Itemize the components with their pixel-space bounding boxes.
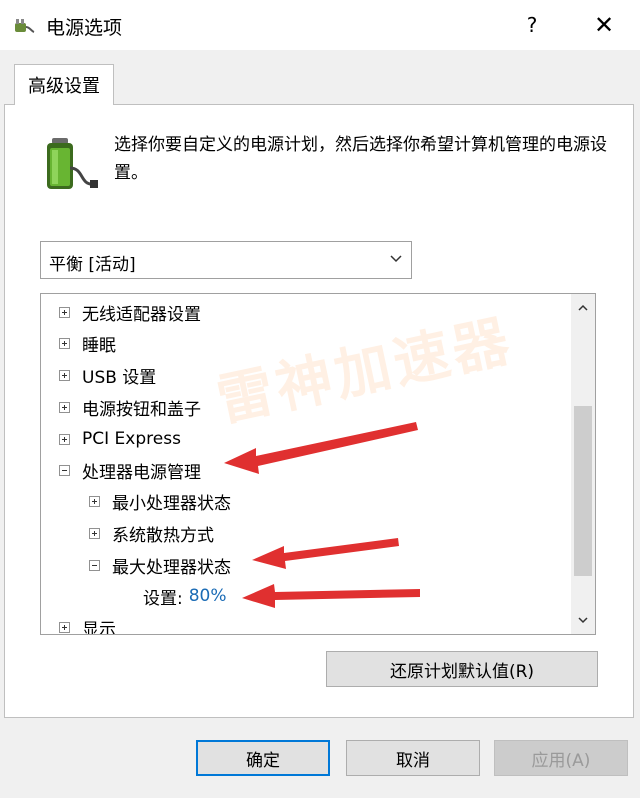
- tree-item-wireless-adapter[interactable]: 无线适配器设置: [59, 297, 201, 327]
- tree-item-label: 处理器电源管理: [82, 462, 201, 483]
- tree-item-min-processor-state[interactable]: 最小处理器状态: [89, 486, 231, 516]
- description-text: 选择你要自定义的电源计划，然后选择你希望计算机管理的电源设置。: [114, 135, 607, 183]
- expand-plus-icon[interactable]: [89, 527, 100, 539]
- tree-item-label: 最小处理器状态: [112, 493, 231, 514]
- power-plug-icon: [15, 19, 35, 33]
- expand-plus-icon[interactable]: [59, 306, 70, 318]
- setting-label: 设置:: [143, 588, 183, 609]
- tree-item-label: 电源按钮和盖子: [82, 399, 201, 420]
- setting-value-link[interactable]: 80%: [189, 586, 227, 606]
- tree-item-max-processor-state[interactable]: 最大处理器状态: [89, 550, 231, 580]
- expand-plus-icon[interactable]: [59, 433, 70, 445]
- cancel-button[interactable]: 取消: [346, 740, 480, 776]
- help-button[interactable]: ?: [508, 6, 556, 44]
- tree-item-label: 最大处理器状态: [112, 557, 231, 578]
- close-button[interactable]: ✕: [580, 6, 628, 44]
- expand-plus-icon[interactable]: [59, 621, 70, 633]
- collapse-minus-icon[interactable]: [59, 464, 70, 476]
- tree-item-processor-power-management[interactable]: 处理器电源管理: [59, 455, 201, 485]
- tree-item-label: 睡眠: [82, 335, 116, 356]
- tree-item-sleep[interactable]: 睡眠: [59, 328, 116, 358]
- settings-tree[interactable]: 无线适配器设置 睡眠 USB 设置 电源按钮和盖子 PCI Express 处理…: [40, 293, 596, 635]
- ok-button[interactable]: 确定: [196, 740, 330, 776]
- vertical-scrollbar[interactable]: [571, 294, 595, 634]
- window-title: 电源选项: [46, 17, 123, 39]
- tab-advanced-settings[interactable]: 高级设置: [14, 64, 114, 105]
- expand-plus-icon[interactable]: [59, 369, 70, 381]
- chevron-down-icon: [390, 255, 402, 263]
- tree-item-display[interactable]: 显示: [59, 612, 116, 635]
- tree-item-setting[interactable]: 设置: 80%: [143, 581, 227, 611]
- scroll-up-arrow-icon[interactable]: [571, 294, 595, 322]
- tree-item-label: 显示: [82, 619, 116, 635]
- expand-plus-icon[interactable]: [89, 495, 100, 507]
- tree-item-pci-express[interactable]: PCI Express: [59, 424, 181, 454]
- scrollbar-thumb[interactable]: [574, 406, 592, 576]
- tree-item-label: PCI Express: [82, 429, 181, 449]
- battery-plug-icon: [47, 138, 98, 189]
- power-plan-value: 平衡 [活动]: [49, 255, 136, 275]
- tree-item-power-buttons-lid[interactable]: 电源按钮和盖子: [59, 392, 201, 422]
- expand-plus-icon[interactable]: [59, 337, 70, 349]
- restore-defaults-button[interactable]: 还原计划默认值(R): [326, 651, 598, 687]
- title-bar: 电源选项 ? ✕: [0, 0, 640, 50]
- tree-item-label: 无线适配器设置: [82, 304, 201, 325]
- apply-button[interactable]: 应用(A): [494, 740, 628, 776]
- expand-plus-icon[interactable]: [59, 401, 70, 413]
- scroll-down-arrow-icon[interactable]: [571, 606, 595, 634]
- power-plan-dropdown[interactable]: 平衡 [活动]: [40, 241, 412, 279]
- tree-item-usb-settings[interactable]: USB 设置: [59, 360, 156, 390]
- tree-item-label: 系统散热方式: [112, 525, 214, 546]
- tree-item-system-cooling-policy[interactable]: 系统散热方式: [89, 518, 214, 548]
- tree-item-label: USB 设置: [82, 367, 157, 388]
- collapse-minus-icon[interactable]: [89, 559, 100, 571]
